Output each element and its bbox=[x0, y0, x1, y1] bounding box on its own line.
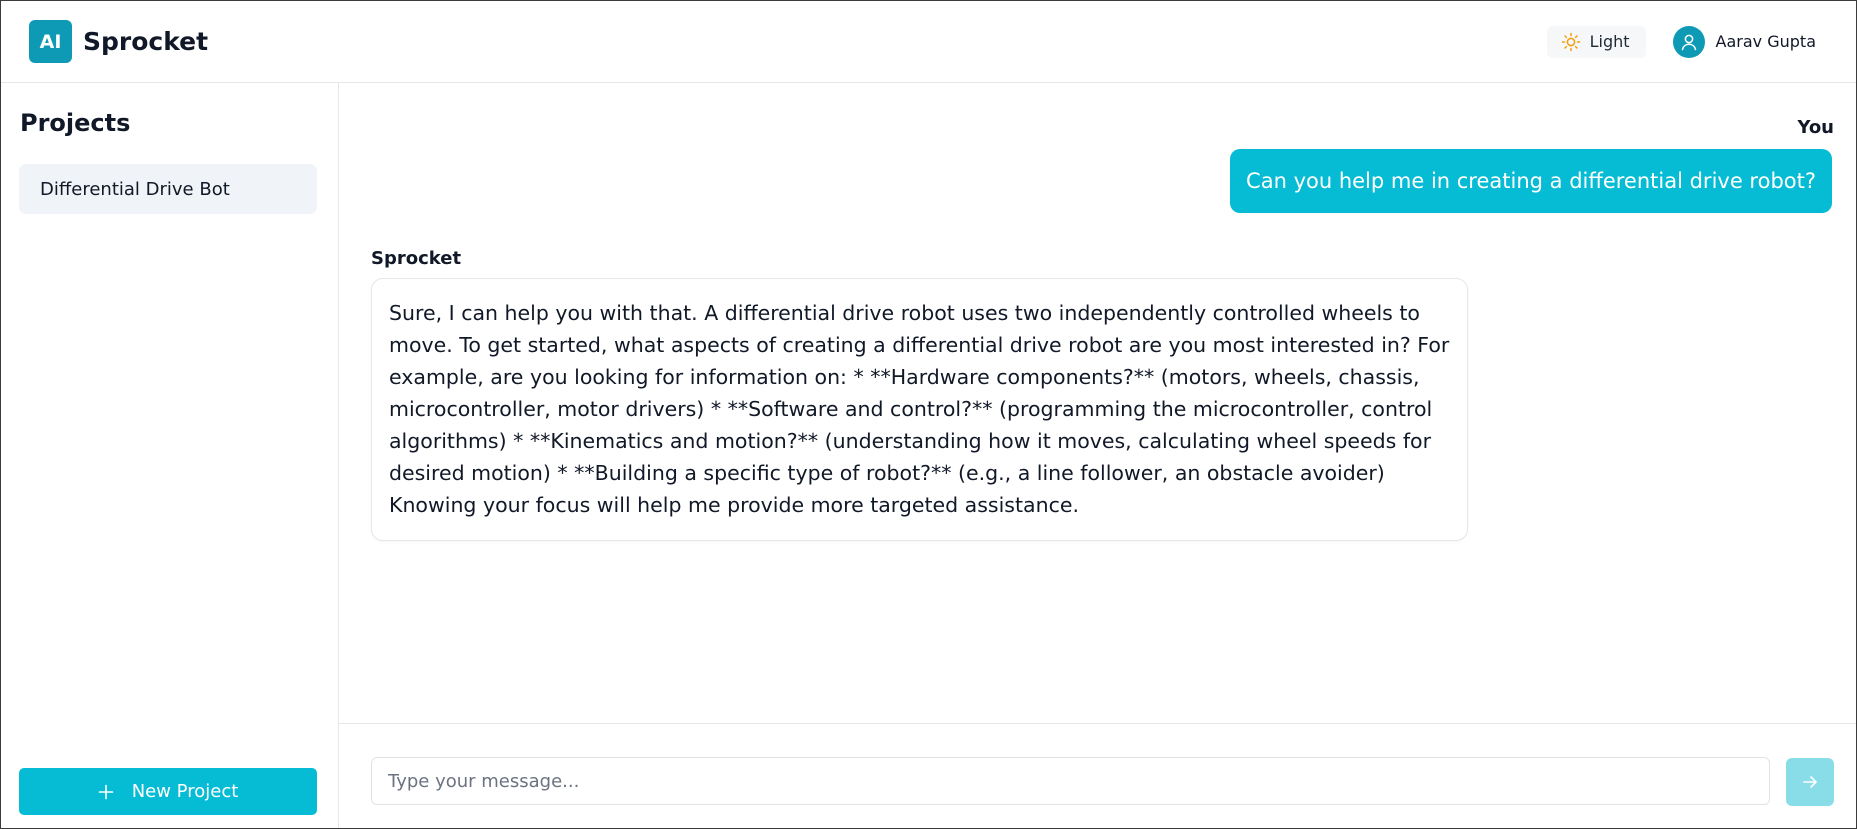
app-logo: AI bbox=[29, 20, 72, 63]
sun-icon bbox=[1561, 32, 1581, 52]
top-bar: AI Sprocket Light Aarav Gupta bbox=[1, 1, 1856, 83]
assistant-message-bubble: Sure, I can help you with that. A differ… bbox=[371, 278, 1468, 541]
sidebar: Projects Differential Drive Bot New Proj… bbox=[1, 83, 339, 828]
theme-label: Light bbox=[1589, 32, 1630, 51]
new-project-button[interactable]: New Project bbox=[19, 768, 317, 815]
sender-label-assistant: Sprocket bbox=[371, 248, 462, 269]
user-name: Aarav Gupta bbox=[1715, 32, 1816, 51]
arrow-right-icon bbox=[1801, 773, 1819, 791]
app-window: AI Sprocket Light Aarav Gupta Projects D… bbox=[0, 0, 1857, 829]
theme-toggle-button[interactable]: Light bbox=[1546, 25, 1646, 58]
message-input[interactable] bbox=[371, 757, 1770, 805]
new-project-label: New Project bbox=[131, 781, 239, 802]
chat-panel: You Can you help me in creating a differ… bbox=[339, 83, 1856, 828]
send-button[interactable] bbox=[1786, 758, 1834, 806]
app-name: Sprocket bbox=[83, 27, 209, 56]
composer bbox=[339, 723, 1856, 828]
project-label: Differential Drive Bot bbox=[40, 178, 230, 200]
user-menu[interactable]: Aarav Gupta bbox=[1672, 25, 1816, 58]
user-icon bbox=[1672, 25, 1705, 58]
user-message-bubble: Can you help me in creating a differenti… bbox=[1230, 149, 1832, 213]
header-actions: Light Aarav Gupta bbox=[1546, 25, 1828, 58]
sidebar-item-differential-drive-bot[interactable]: Differential Drive Bot bbox=[19, 164, 317, 214]
sidebar-title: Projects bbox=[20, 109, 131, 137]
plus-icon bbox=[98, 784, 114, 800]
sender-label-you: You bbox=[1797, 117, 1834, 138]
